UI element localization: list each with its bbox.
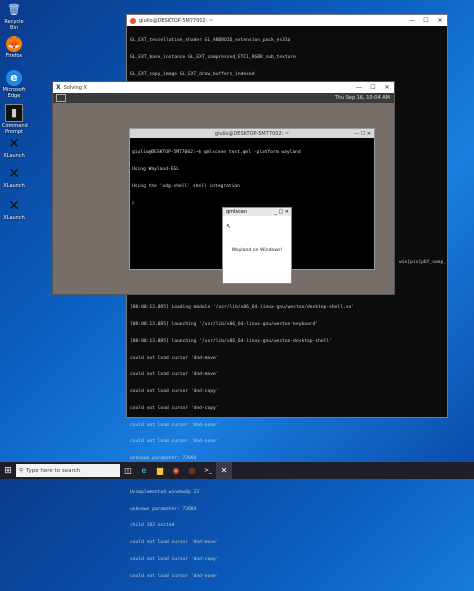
- desktop-icon-firefox[interactable]: 🦊 Firefox: [2, 36, 26, 59]
- desktop-icon-command-prompt[interactable]: ▮ Command Prompt: [2, 104, 28, 135]
- terminal-line: giulio@DESKTOP-5M77002:~$ qmlscene test.…: [132, 150, 301, 156]
- x-logo-icon: X: [56, 84, 61, 91]
- terminal-line: child 103 exited: [130, 523, 175, 529]
- desktop-icon-recycle-bin[interactable]: 🗑 Recycle Bin: [2, 2, 26, 31]
- desktop-icon-label: Microsoft Edge: [2, 87, 26, 99]
- desktop-icon-label: XLaunch: [3, 215, 25, 221]
- terminal-line: unknown parameter: 72004: [130, 456, 197, 462]
- close-button[interactable]: ✕: [380, 84, 394, 91]
- ubuntu-icon: [130, 17, 136, 24]
- terminal-cursor: ▯: [132, 200, 135, 206]
- xlaunch-icon: ✕: [8, 198, 20, 214]
- desktop-icon-label: Firefox: [5, 53, 23, 59]
- terminal-line: could not load cursor 'dnd-copy': [130, 389, 219, 395]
- terminal-title: giulio@DESKTOP-5M77002: ~: [139, 17, 214, 24]
- terminal-output-bottom: [08:00:13.085] Loading module '/usr/lib/…: [127, 293, 357, 591]
- xserver-taskbar-icon[interactable]: ✕: [216, 462, 232, 479]
- minimize-button[interactable]: —: [405, 17, 419, 24]
- taskbar: ⊞ ⚲ Type here to search ◫ e ▆ ◉ ◎ >_ ✕: [0, 462, 474, 479]
- terminal-taskbar-icon[interactable]: >_: [200, 462, 216, 479]
- maximize-button[interactable]: □: [278, 209, 283, 215]
- terminal-side-text: win[pix]pbf_swap_: [399, 260, 447, 265]
- weston-panel: Thu Sep 16, 10:04 AM: [53, 93, 394, 103]
- minimize-button[interactable]: —: [352, 84, 366, 91]
- edge-taskbar-icon[interactable]: e: [136, 462, 152, 479]
- weston-terminal-title: giulio@DESKTOP-5M77002: ~: [214, 130, 290, 137]
- weston-terminal-window[interactable]: giulio@DESKTOP-5M77002: ~ — ☐ ✕ giulio@D…: [129, 128, 375, 284]
- terminal-line: [08:00:13.085] Loading module '/usr/lib/…: [130, 305, 355, 311]
- maximize-button[interactable]: ☐: [419, 17, 433, 24]
- terminal-line: could not load cursor 'dnd-none': [130, 439, 219, 445]
- mouse-pointer-icon: ↖: [226, 223, 232, 230]
- terminal-line: could not load cursor 'dnd-none': [130, 573, 219, 579]
- x-window-titlebar[interactable]: X Solving X — ☐ ✕: [53, 82, 394, 93]
- terminal-line: unknown parameter: 72004: [130, 506, 197, 512]
- weston-terminal-titlebar[interactable]: giulio@DESKTOP-5M77002: ~ — ☐ ✕: [130, 129, 374, 138]
- qml-window[interactable]: qmlscen _ □ ✕ ↖ Wayland on Windows!: [222, 207, 292, 284]
- terminal-line: could not load cursor 'dnd-move': [130, 540, 219, 546]
- edge-icon: e: [6, 70, 22, 86]
- close-button[interactable]: ✕: [433, 17, 447, 24]
- desktop-icon-label: XLaunch: [3, 183, 25, 189]
- desktop-icon-label: Command Prompt: [2, 123, 28, 135]
- desktop-icon-xlaunch-3[interactable]: ✕ XLaunch: [2, 198, 26, 221]
- qml-window-controls[interactable]: _ □ ✕: [274, 209, 289, 215]
- window-controls[interactable]: — ☐ ✕: [354, 131, 371, 137]
- terminal-line: could not load cursor 'dnd-move': [130, 355, 219, 361]
- desktop-icon-label: XLaunch: [3, 153, 25, 159]
- terminal-line: Unimplemented windowOp 23: [130, 489, 200, 495]
- terminal-line: GL_EXT_copy_image GL_EXT_draw_buffers_in…: [130, 71, 255, 77]
- qml-message: Wayland on Windows!: [231, 248, 283, 253]
- file-explorer-icon[interactable]: ▆: [152, 462, 168, 479]
- terminal-line: [08:00:13.085] launching '/usr/lib/x86_6…: [130, 321, 319, 327]
- terminal-line: Using Wayland-EGL: [132, 166, 180, 172]
- qml-window-title: qmlscen: [226, 209, 248, 215]
- firefox-taskbar-icon[interactable]: ◉: [168, 462, 184, 479]
- close-button[interactable]: ✕: [285, 209, 289, 215]
- terminal-line: [08:00:13.085] launching '/usr/lib/x86_6…: [130, 338, 332, 344]
- x-window[interactable]: X Solving X — ☐ ✕ Thu Sep 16, 10:04 AM g…: [52, 81, 395, 295]
- search-input[interactable]: ⚲ Type here to search: [16, 464, 120, 477]
- terminal-line: could not load cursor 'dnd-none': [130, 422, 219, 428]
- search-placeholder: Type here to search: [26, 467, 81, 474]
- terminal-line: GL_EXT_tessellation_shader GL_ANDROID_ex…: [130, 38, 291, 44]
- desktop-icon-xlaunch-1[interactable]: ✕ XLaunch: [2, 136, 26, 159]
- ubuntu-icon[interactable]: ◎: [184, 462, 200, 479]
- search-icon: ⚲: [19, 467, 24, 474]
- start-button[interactable]: ⊞: [0, 462, 16, 479]
- terminal-line: could not load cursor 'dnd-move': [130, 372, 219, 378]
- desktop-icon-edge[interactable]: e Microsoft Edge: [2, 70, 26, 99]
- terminal-line: could not load cursor 'dnd-copy': [130, 556, 219, 562]
- xlaunch-icon: ✕: [8, 136, 20, 152]
- x-window-title: Solving X: [63, 84, 87, 91]
- xlaunch-icon: ✕: [8, 166, 20, 182]
- firefox-icon: 🦊: [6, 36, 22, 52]
- command-prompt-icon: ▮: [5, 104, 23, 122]
- terminal-line: GL_EXT_base_instance GL_EXT_compressed_E…: [130, 54, 296, 60]
- desktop-icon-xlaunch-2[interactable]: ✕ XLaunch: [2, 166, 26, 189]
- recycle-bin-icon: 🗑: [7, 3, 21, 16]
- terminal-titlebar[interactable]: giulio@DESKTOP-5M77002: ~ — ☐ ✕: [127, 15, 447, 26]
- terminal-line: Using the 'xdg-shell' shell integration: [132, 183, 240, 189]
- desktop-icon-label: Recycle Bin: [4, 19, 24, 31]
- qml-titlebar[interactable]: qmlscen _ □ ✕: [223, 208, 291, 216]
- task-view-icon[interactable]: ◫: [120, 462, 136, 479]
- minimize-button[interactable]: _: [274, 209, 277, 215]
- panel-clock: Thu Sep 16, 10:04 AM: [334, 95, 390, 101]
- maximize-button[interactable]: ☐: [366, 84, 380, 91]
- terminal-launcher-icon[interactable]: [56, 94, 66, 102]
- terminal-line: could not load cursor 'dnd-copy': [130, 405, 219, 411]
